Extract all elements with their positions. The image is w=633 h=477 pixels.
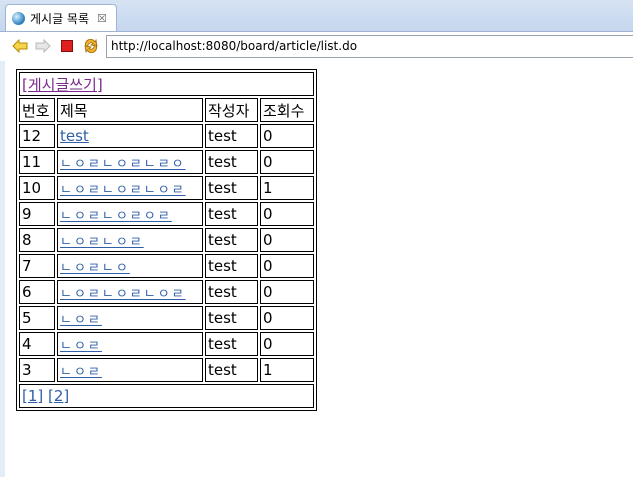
- article-title-link[interactable]: ㄴㅇㄹ: [60, 313, 102, 328]
- article-row: 12 test test 0: [19, 124, 314, 148]
- article-author: test: [205, 358, 258, 382]
- refresh-button[interactable]: [83, 38, 99, 54]
- article-author: test: [205, 176, 258, 200]
- article-title-cell: ㄴㅇㄹㄴㅇ: [57, 254, 203, 278]
- left-frame-edge: [0, 61, 5, 477]
- article-no: 8: [19, 228, 55, 252]
- article-no: 12: [19, 124, 55, 148]
- article-row: 6 ㄴㅇㄹㄴㅇㄹㄴㅇㄹ test 0: [19, 280, 314, 304]
- article-no: 4: [19, 332, 55, 356]
- article-row: 7 ㄴㅇㄹㄴㅇ test 0: [19, 254, 314, 278]
- article-author: test: [205, 124, 258, 148]
- article-author: test: [205, 280, 258, 304]
- article-title-cell: ㄴㅇㄹ: [57, 358, 203, 382]
- article-views: 0: [260, 124, 314, 148]
- article-no: 6: [19, 280, 55, 304]
- article-views: 0: [260, 332, 314, 356]
- article-title-link[interactable]: ㄴㅇㄹㄴㅇㄹㄴㅇㄹ: [60, 183, 186, 198]
- article-title-link[interactable]: ㄴㅇㄹㄴㅇ: [60, 261, 130, 276]
- write-cell: [게시글쓰기]: [19, 72, 314, 96]
- article-row: 10 ㄴㅇㄹㄴㅇㄹㄴㅇㄹ test 1: [19, 176, 314, 200]
- header-views: 조회수: [260, 98, 314, 122]
- article-views: 0: [260, 150, 314, 174]
- article-views: 0: [260, 306, 314, 330]
- forward-arrow-icon: [35, 39, 51, 53]
- article-author: test: [205, 202, 258, 226]
- article-row: 5 ㄴㅇㄹ test 0: [19, 306, 314, 330]
- header-title: 제목: [57, 98, 203, 122]
- stop-icon: [61, 40, 73, 52]
- header-no: 번호: [19, 98, 55, 122]
- article-row: 9 ㄴㅇㄹㄴㅇㄹㅇㄹ test 0: [19, 202, 314, 226]
- article-title-link[interactable]: ㄴㅇㄹㄴㅇㄹㄴㅇㄹ: [60, 287, 186, 302]
- article-list-table: [게시글쓰기] 번호 제목 작성자 조회수 12 test test 0 11 ㄴㅇㄹㄴㅇ…: [16, 69, 317, 411]
- article-title-link[interactable]: ㄴㅇㄹ: [60, 365, 102, 380]
- article-row: 3 ㄴㅇㄹ test 1: [19, 358, 314, 382]
- article-author: test: [205, 150, 258, 174]
- article-views: 1: [260, 358, 314, 382]
- article-author: test: [205, 332, 258, 356]
- article-title-link[interactable]: ㄴㅇㄹㄴㅇㄹ: [60, 235, 144, 250]
- tab-board-list[interactable]: 게시글 목록 ☒: [5, 4, 117, 31]
- close-tab-icon[interactable]: ☒: [97, 12, 107, 25]
- article-author: test: [205, 306, 258, 330]
- article-views: 0: [260, 254, 314, 278]
- back-arrow-icon: [12, 39, 28, 53]
- article-author: test: [205, 254, 258, 278]
- refresh-icon: [84, 38, 98, 54]
- article-views: 1: [260, 176, 314, 200]
- back-button[interactable]: [12, 38, 28, 54]
- article-title-link[interactable]: ㄴㅇㄹ: [60, 339, 102, 354]
- article-views: 0: [260, 228, 314, 252]
- write-row: [게시글쓰기]: [19, 72, 314, 96]
- article-views: 0: [260, 280, 314, 304]
- article-no: 10: [19, 176, 55, 200]
- tab-strip: 게시글 목록 ☒: [0, 0, 633, 32]
- article-title-cell: test: [57, 124, 203, 148]
- article-title-cell: ㄴㅇㄹㄴㅇㄹㄴㅇㄹ: [57, 176, 203, 200]
- article-title-link[interactable]: ㄴㅇㄹㄴㅇㄹㅇㄹ: [60, 209, 172, 224]
- article-author: test: [205, 228, 258, 252]
- globe-icon: [12, 11, 25, 25]
- article-title-cell: ㄴㅇㄹ: [57, 306, 203, 330]
- pagination-row: [1] [2]: [19, 384, 314, 408]
- article-no: 11: [19, 150, 55, 174]
- page-link[interactable]: [1]: [22, 387, 43, 405]
- pagination-cell: [1] [2]: [19, 384, 314, 408]
- article-row: 11 ㄴㅇㄹㄴㅇㄹㄴㄹㅇ test 0: [19, 150, 314, 174]
- forward-button[interactable]: [35, 38, 51, 54]
- article-row: 4 ㄴㅇㄹ test 0: [19, 332, 314, 356]
- article-title-cell: ㄴㅇㄹㄴㅇㄹㄴㅇㄹ: [57, 280, 203, 304]
- header-author: 작성자: [205, 98, 258, 122]
- stop-button[interactable]: [59, 38, 75, 54]
- article-row: 8 ㄴㅇㄹㄴㅇㄹ test 0: [19, 228, 314, 252]
- tab-title: 게시글 목록: [30, 11, 90, 26]
- page-link[interactable]: [2]: [48, 387, 69, 405]
- article-title-cell: ㄴㅇㄹ: [57, 332, 203, 356]
- article-title-cell: ㄴㅇㄹㄴㅇㄹㅇㄹ: [57, 202, 203, 226]
- article-title-link[interactable]: test: [60, 127, 89, 145]
- write-article-link[interactable]: [게시글쓰기]: [22, 76, 103, 94]
- header-row: 번호 제목 작성자 조회수: [19, 98, 314, 122]
- article-no: 5: [19, 306, 55, 330]
- article-title-cell: ㄴㅇㄹㄴㅇㄹ: [57, 228, 203, 252]
- url-field[interactable]: http://localhost:8080/board/article/list…: [106, 35, 633, 58]
- article-title-cell: ㄴㅇㄹㄴㅇㄹㄴㄹㅇ: [57, 150, 203, 174]
- article-views: 0: [260, 202, 314, 226]
- article-no: 3: [19, 358, 55, 382]
- article-no: 9: [19, 202, 55, 226]
- article-title-link[interactable]: ㄴㅇㄹㄴㅇㄹㄴㄹㅇ: [60, 157, 186, 172]
- article-no: 7: [19, 254, 55, 278]
